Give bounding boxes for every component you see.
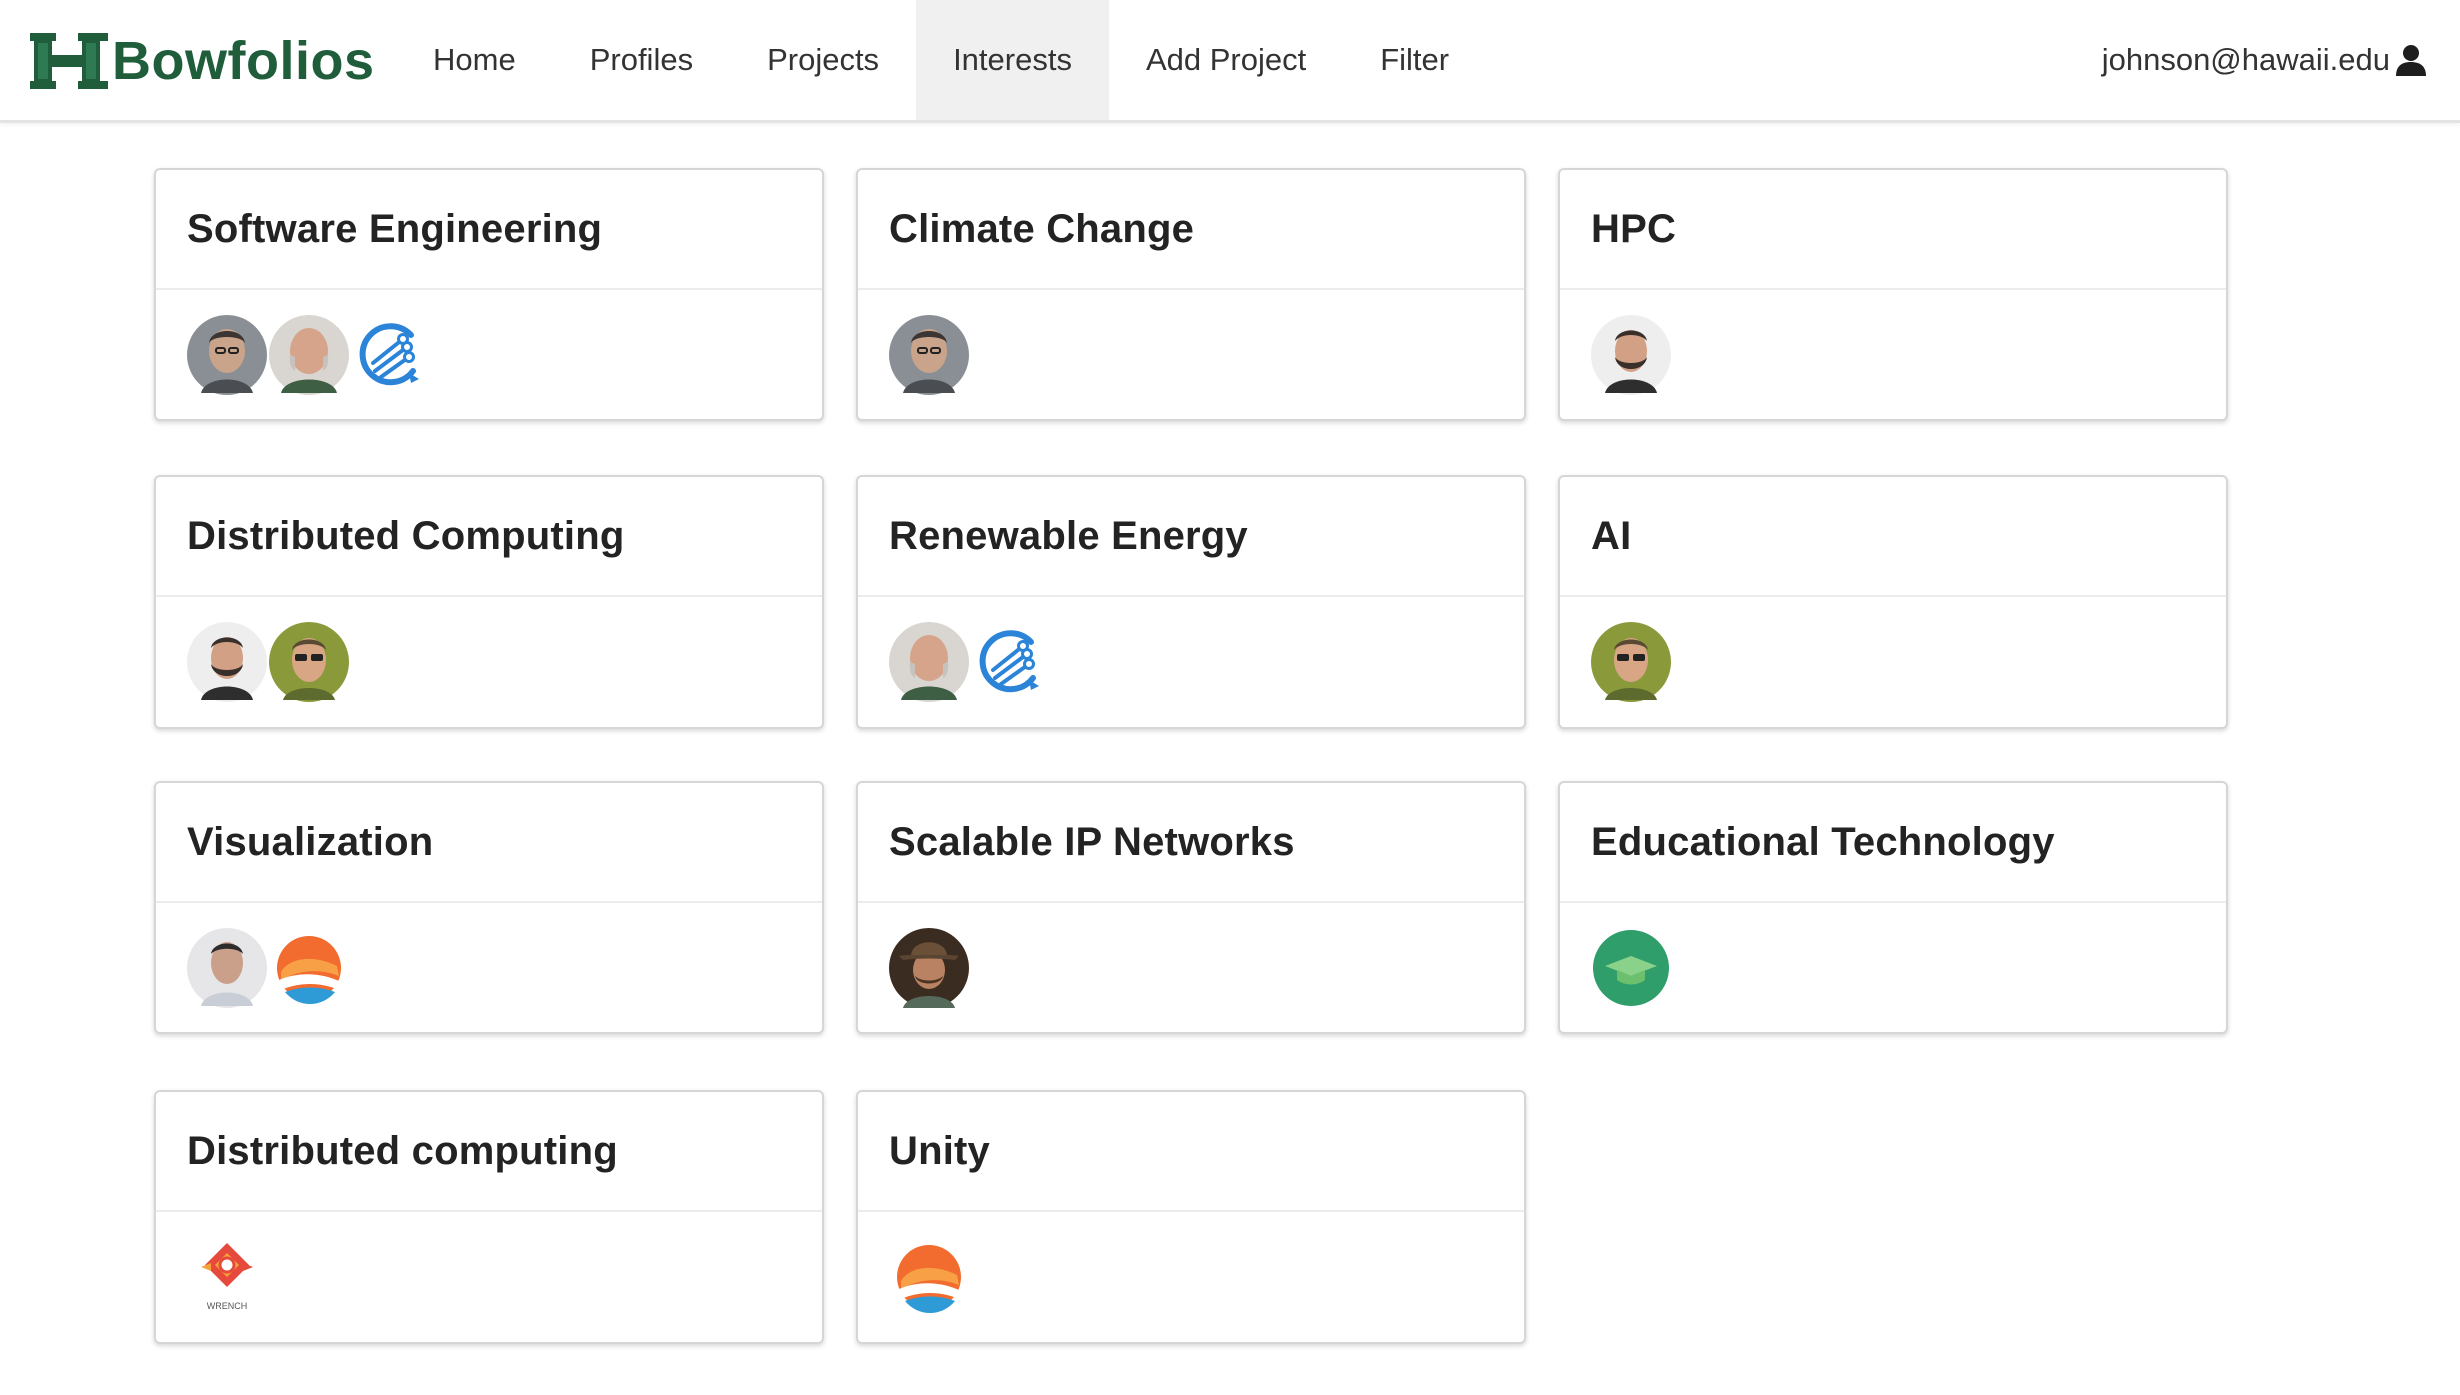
member-avatars [156,903,822,1033]
member-avatars [156,290,822,420]
member-avatars [858,290,1524,420]
person-icon[interactable] [269,315,349,395]
interest-card[interactable]: Unity [856,1090,1526,1344]
interest-card[interactable]: Software Engineering [154,168,824,421]
project-logo-icon[interactable]: WRENCH [187,1237,267,1317]
interest-card[interactable]: AI [1558,475,2228,729]
member-avatars [156,597,822,727]
interest-title: Scalable IP Networks [889,819,1295,864]
interest-title: HPC [1591,206,1677,251]
interest-title: Visualization [187,819,434,864]
interest-card[interactable]: Scalable IP Networks [856,781,1526,1034]
member-avatars [1560,597,2226,727]
interest-title: Distributed Computing [187,513,625,558]
card-header: Software Engineering [156,170,822,290]
card-header: HPC [1560,170,2226,290]
person-icon[interactable] [1591,315,1671,395]
interest-card[interactable]: Distributed computing WRENCH [154,1090,824,1344]
member-avatars [1560,903,2226,1033]
member-avatars [858,1212,1524,1342]
member-avatars [1560,290,2226,420]
member-avatars [858,597,1524,727]
member-avatars: WRENCH [156,1212,822,1342]
person-icon[interactable] [269,622,349,702]
interest-title: Distributed computing [187,1128,618,1173]
project-logo-icon[interactable] [269,928,349,1008]
interest-title: Educational Technology [1591,819,2055,864]
card-header: Distributed computing [156,1092,822,1212]
card-header: Scalable IP Networks [858,783,1524,903]
interest-card[interactable]: Visualization [154,781,824,1034]
person-icon[interactable] [187,622,267,702]
interest-card[interactable]: Climate Change [856,168,1526,421]
person-icon[interactable] [187,315,267,395]
member-avatars [858,903,1524,1033]
wrench-logo-text: WRENCH [207,1301,248,1311]
interest-card[interactable]: HPC [1558,168,2228,421]
interest-title: Climate Change [889,206,1195,251]
project-logo-icon[interactable] [971,622,1051,702]
card-header: AI [1560,477,2226,597]
interest-card[interactable]: Educational Technology [1558,781,2228,1034]
person-icon[interactable] [889,622,969,702]
interest-card[interactable]: Distributed Computing [154,475,824,729]
interest-title: Unity [889,1128,990,1173]
interest-title: Renewable Energy [889,513,1248,558]
card-header: Climate Change [858,170,1524,290]
person-icon[interactable] [1591,622,1671,702]
card-header: Distributed Computing [156,477,822,597]
card-header: Visualization [156,783,822,903]
project-logo-icon[interactable] [351,315,431,395]
project-logo-icon[interactable] [1591,928,1671,1008]
interest-title: Software Engineering [187,206,603,251]
person-icon[interactable] [187,928,267,1008]
interest-card[interactable]: Renewable Energy [856,475,1526,729]
card-header: Renewable Energy [858,477,1524,597]
interest-card-grid: Software Engineering Climate Change HPC … [0,0,2460,1395]
person-icon[interactable] [889,315,969,395]
card-header: Unity [858,1092,1524,1212]
project-logo-icon[interactable] [889,1237,969,1317]
interest-title: AI [1591,513,1632,558]
card-header: Educational Technology [1560,783,2226,903]
person-icon[interactable] [889,928,969,1008]
